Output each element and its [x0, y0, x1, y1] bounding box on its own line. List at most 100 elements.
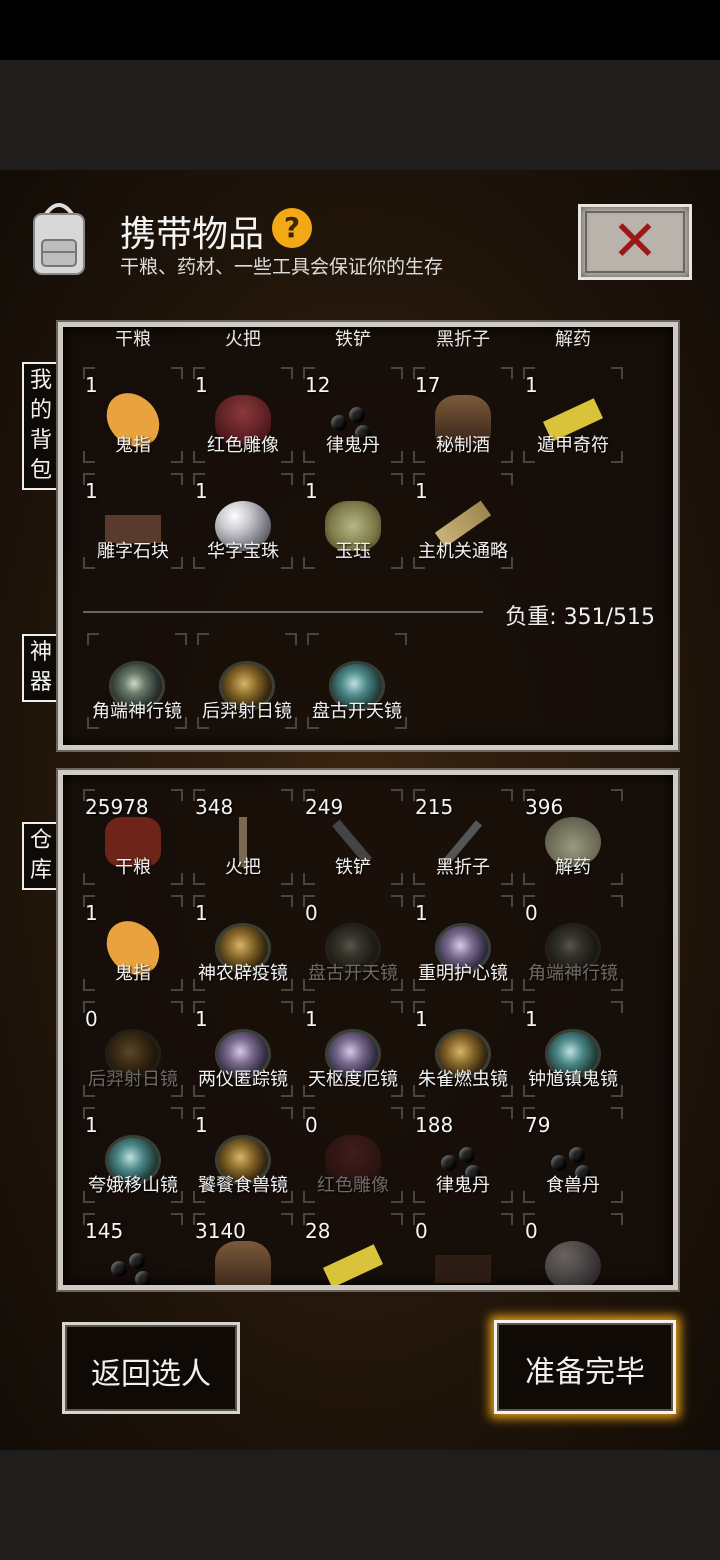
slot-corner	[281, 895, 293, 907]
tab-my-backpack-label: 我的背包	[29, 368, 52, 483]
artifact-slot[interactable]: 后羿射日镜	[195, 631, 299, 731]
close-button[interactable]: ✕	[578, 204, 692, 280]
backpack-column-header: 火把	[225, 329, 261, 350]
item-label: 鬼指	[115, 435, 151, 456]
item-count: 145	[85, 1219, 124, 1243]
slot-corner	[611, 789, 623, 801]
slot-corner	[391, 367, 403, 379]
item-count: 1	[85, 479, 98, 503]
warehouse-item-slot[interactable]: 0 角端神行镜	[521, 893, 625, 993]
item-count: 1	[195, 1007, 208, 1031]
item-count: 1	[305, 479, 318, 503]
tab-artifacts[interactable]: 神器	[22, 634, 60, 702]
slot-corner	[281, 789, 293, 801]
backpack-item-slot[interactable]: 1 红色雕像	[191, 365, 295, 465]
warehouse-item-slot[interactable]: 1 夸娥移山镜	[81, 1105, 185, 1205]
top-blank-area	[0, 60, 720, 170]
tab-warehouse-label: 仓库	[29, 828, 52, 883]
warehouse-item-slot[interactable]: 0 后羿射日镜	[81, 999, 185, 1099]
warehouse-item-slot[interactable]: 249 铁铲	[301, 787, 405, 887]
bottom-blank-area	[0, 1450, 720, 1560]
warehouse-item-slot[interactable]: 1 天枢度厄镜	[301, 999, 405, 1099]
slot-corner	[611, 1213, 623, 1225]
item-label: 重明护心镜	[418, 963, 508, 984]
artifact-slot[interactable]: 角端神行镜	[85, 631, 189, 731]
backpack-item-slot[interactable]: 1 遁甲奇符	[521, 365, 625, 465]
backpack-item-slot[interactable]: 1 雕字石块	[81, 471, 185, 571]
backpack-item-slot[interactable]: 1 鬼指	[81, 365, 185, 465]
item-label: 雕字石块	[97, 541, 169, 562]
item-label: 盘古开天镜	[308, 963, 398, 984]
warehouse-item-slot[interactable]: 0	[521, 1211, 625, 1285]
slot-corner	[171, 1213, 183, 1225]
warehouse-item-slot[interactable]: 0 红色雕像	[301, 1105, 405, 1205]
item-label: 夸娥移山镜	[88, 1175, 178, 1196]
slot-corner	[175, 633, 187, 645]
warehouse-item-slot[interactable]: 1 饕餮食兽镜	[191, 1105, 295, 1205]
item-label: 铁铲	[335, 857, 371, 878]
backpack-item-slot[interactable]: 1 玉珏	[301, 471, 405, 571]
slot-corner	[501, 789, 513, 801]
backpack-item-slot[interactable]: 1 华字宝珠	[191, 471, 295, 571]
warehouse-item-slot[interactable]: 1 朱雀燃虫镜	[411, 999, 515, 1099]
item-label: 朱雀燃虫镜	[418, 1069, 508, 1090]
item-count: 0	[525, 1219, 538, 1243]
slot-corner	[281, 367, 293, 379]
tab-my-backpack[interactable]: 我的背包	[22, 362, 60, 490]
tab-warehouse[interactable]: 仓库	[22, 822, 60, 890]
warehouse-item-slot[interactable]: 1 钟馗镇鬼镜	[521, 999, 625, 1099]
slot-corner	[87, 633, 99, 645]
item-count: 25978	[85, 795, 149, 819]
slot-corner	[281, 1001, 293, 1013]
item-label: 干粮	[115, 857, 151, 878]
slot-corner	[391, 1213, 403, 1225]
warehouse-item-slot[interactable]: 0	[411, 1211, 515, 1285]
item-label: 盘古开天镜	[312, 701, 402, 722]
warehouse-item-slot[interactable]: 145	[81, 1211, 185, 1285]
slot-corner	[391, 895, 403, 907]
warehouse-item-slot[interactable]: 3140	[191, 1211, 295, 1285]
warehouse-item-slot[interactable]: 0 盘古开天镜	[301, 893, 405, 993]
backpack-item-slot[interactable]: 1 主机关通略	[411, 471, 515, 571]
warehouse-item-slot[interactable]: 28	[301, 1211, 405, 1285]
item-label: 后羿射日镜	[88, 1069, 178, 1090]
talisman-icon	[322, 1244, 384, 1285]
item-label: 黑折子	[436, 857, 490, 878]
backpack-item-slot[interactable]: 17 秘制酒	[411, 365, 515, 465]
warehouse-item-slot[interactable]: 188 律鬼丹	[411, 1105, 515, 1205]
weight-divider	[83, 611, 483, 613]
warehouse-item-slot[interactable]: 348 火把	[191, 787, 295, 887]
warehouse-item-slot[interactable]: 396 解药	[521, 787, 625, 887]
item-label: 饕餮食兽镜	[198, 1175, 288, 1196]
item-count: 1	[305, 1007, 318, 1031]
slot-corner	[501, 1213, 513, 1225]
warehouse-item-slot[interactable]: 25978 干粮	[81, 787, 185, 887]
item-label: 主机关通略	[418, 541, 508, 562]
warehouse-item-slot[interactable]: 1 鬼指	[81, 893, 185, 993]
item-count: 1	[195, 1113, 208, 1137]
warehouse-item-slot[interactable]: 1 神农辟疫镜	[191, 893, 295, 993]
item-count: 1	[415, 901, 428, 925]
help-question-icon[interactable]: ?	[272, 208, 312, 248]
warehouse-item-slot[interactable]: 79 食兽丹	[521, 1105, 625, 1205]
item-count: 188	[415, 1113, 454, 1137]
item-label: 红色雕像	[317, 1175, 389, 1196]
slot-corner	[281, 473, 293, 485]
item-count: 1	[525, 373, 538, 397]
warehouse-item-slot[interactable]: 215 黑折子	[411, 787, 515, 887]
warehouse-item-slot[interactable]: 1 两仪匿踪镜	[191, 999, 295, 1099]
slot-corner	[171, 789, 183, 801]
backpack-column-header: 黑折子	[436, 329, 490, 350]
page-title: 携带物品	[120, 214, 265, 255]
item-label: 华字宝珠	[207, 541, 279, 562]
item-count: 0	[85, 1007, 98, 1031]
warehouse-item-slot[interactable]: 1 重明护心镜	[411, 893, 515, 993]
slot-corner	[391, 1001, 403, 1013]
ready-button[interactable]: 准备完毕	[494, 1320, 676, 1414]
back-to-character-select-button[interactable]: 返回选人	[62, 1322, 240, 1414]
item-count: 1	[85, 1113, 98, 1137]
item-count: 1	[195, 901, 208, 925]
backpack-item-slot[interactable]: 12 律鬼丹	[301, 365, 405, 465]
slot-corner	[171, 473, 183, 485]
artifact-slot[interactable]: 盘古开天镜	[305, 631, 409, 731]
